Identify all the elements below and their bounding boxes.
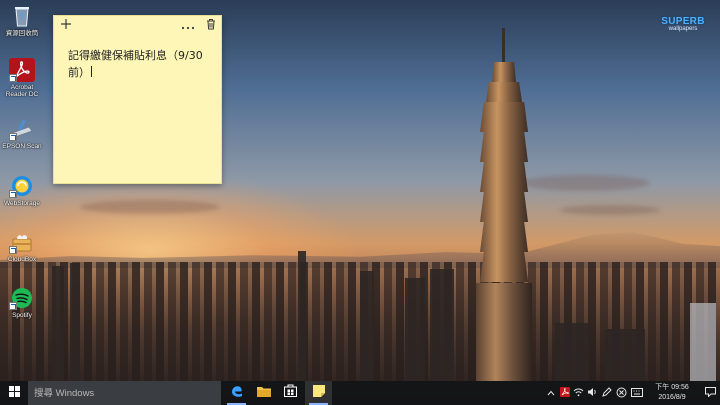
- building: [70, 263, 80, 381]
- sticky-note[interactable]: 記得繳健保補貼利息（9/30 前）: [53, 15, 222, 184]
- tray-volume[interactable]: [586, 381, 599, 405]
- shortcut-arrow-icon: [9, 190, 17, 198]
- desktop-icon-recycle-bin[interactable]: 資源回收筒: [0, 4, 44, 37]
- sticky-note-line-2: 前）: [68, 66, 90, 79]
- text-caret: [91, 66, 92, 77]
- tower-segment: [480, 222, 528, 252]
- city-skyline: [0, 251, 720, 381]
- building: [555, 323, 589, 381]
- file-explorer-icon: [256, 384, 271, 402]
- start-button[interactable]: [0, 381, 28, 405]
- volume-icon: [587, 387, 598, 399]
- add-note-button[interactable]: [58, 18, 74, 34]
- desktop-icon-label: WebStorage: [3, 200, 40, 207]
- building: [360, 271, 374, 381]
- shortcut-arrow-icon: [9, 74, 17, 82]
- clock-time: 下午 09:56: [655, 384, 689, 391]
- building: [298, 251, 306, 381]
- recycle-bin-icon: [9, 4, 35, 28]
- store-icon: [284, 384, 297, 402]
- sticky-note-text[interactable]: 記得繳健保補貼利息（9/30 前）: [68, 47, 213, 81]
- tray-chevron-up[interactable]: [545, 381, 557, 405]
- clock-date: 2016/8/9: [658, 394, 686, 401]
- desktop-icon-label: 資源回收筒: [5, 30, 39, 37]
- cloudbox-icon: [9, 230, 35, 254]
- shortcut-arrow-icon: [9, 246, 17, 254]
- building: [405, 278, 425, 381]
- taskbar-app-file-explorer[interactable]: [250, 381, 277, 405]
- building: [430, 269, 454, 381]
- shortcut-arrow-icon: [9, 133, 17, 141]
- notification-icon: [704, 384, 716, 402]
- cloud: [560, 205, 660, 215]
- desktop-icon-label: Spotify: [12, 312, 32, 319]
- desktop-icon-webstorage[interactable]: WebStorage: [0, 174, 44, 207]
- search-input[interactable]: [28, 386, 216, 400]
- spotify-icon: [9, 286, 35, 310]
- desktop-icon-label: Acrobat Reader DC: [5, 84, 39, 98]
- plus-icon: [60, 17, 72, 35]
- acrobat-icon: [9, 58, 35, 82]
- building: [605, 329, 645, 381]
- trash-icon: [206, 17, 216, 35]
- tower-base: [476, 283, 532, 381]
- pen-icon: [601, 386, 612, 400]
- desktop-icon-cloudbox[interactable]: CloudBox: [0, 230, 44, 263]
- desktop-icon-acrobat-reader[interactable]: Acrobat Reader DC: [0, 58, 44, 98]
- note-menu-button[interactable]: [180, 18, 196, 34]
- action-center-button[interactable]: [700, 381, 720, 405]
- tower-spire: [502, 28, 505, 62]
- taipei-101-tower: [476, 28, 532, 381]
- cloud: [520, 175, 650, 191]
- taskbar-clock[interactable]: 下午 09:56 2016/8/9: [649, 383, 695, 403]
- desktop-icon-label: CloudBox: [7, 256, 37, 263]
- edge-icon: [230, 384, 244, 403]
- chevron-up-icon: [547, 388, 555, 398]
- tower-segment: [480, 162, 528, 192]
- wifi-icon: [573, 387, 584, 399]
- taskbar-app-store[interactable]: [277, 381, 304, 405]
- tower-segment: [492, 62, 516, 82]
- keyboard-icon: [631, 387, 643, 399]
- shortcut-arrow-icon: [9, 302, 17, 310]
- taskbar-search[interactable]: [28, 381, 221, 405]
- ellipsis-icon: [181, 17, 195, 35]
- tower-segment: [480, 102, 528, 132]
- webstorage-icon: [9, 174, 35, 198]
- tower-segment: [480, 192, 528, 222]
- desktop: SUPERB wallpapers 資源回收筒 Acrobat Reader D…: [0, 0, 720, 381]
- desktop-icon-label: EPSON Scan: [2, 143, 42, 150]
- sticky-notes-icon: [312, 384, 325, 402]
- tray-acrobat[interactable]: [558, 381, 571, 405]
- cloud: [80, 200, 220, 214]
- tray-sync[interactable]: [615, 381, 628, 405]
- sticky-note-line-1: 記得繳健保補貼利息（9/30: [68, 49, 203, 62]
- tower-segment: [486, 82, 522, 102]
- sticky-note-toolbar: [54, 16, 221, 36]
- delete-note-button[interactable]: [203, 18, 219, 34]
- desktop-icon-spotify[interactable]: Spotify: [0, 286, 44, 319]
- taskbar-app-edge[interactable]: [223, 381, 250, 405]
- wallpaper-watermark: SUPERB wallpapers: [659, 16, 707, 32]
- building: [690, 303, 716, 381]
- tray-wifi[interactable]: [572, 381, 585, 405]
- desktop-icon-epson-scan[interactable]: EPSON Scan: [0, 117, 44, 150]
- sync-icon: [616, 387, 627, 400]
- epson-scan-icon: [9, 117, 35, 141]
- tray-pen[interactable]: [600, 381, 613, 405]
- building: [52, 266, 64, 381]
- taskbar-app-sticky-notes[interactable]: [305, 381, 332, 405]
- tower-segment: [480, 252, 528, 282]
- tray-keyboard[interactable]: [630, 381, 644, 405]
- tower-segment: [480, 132, 528, 162]
- acrobat-tray-icon: [559, 387, 570, 399]
- taskbar: 下午 09:56 2016/8/9: [0, 381, 720, 405]
- windows-logo-icon: [8, 384, 20, 402]
